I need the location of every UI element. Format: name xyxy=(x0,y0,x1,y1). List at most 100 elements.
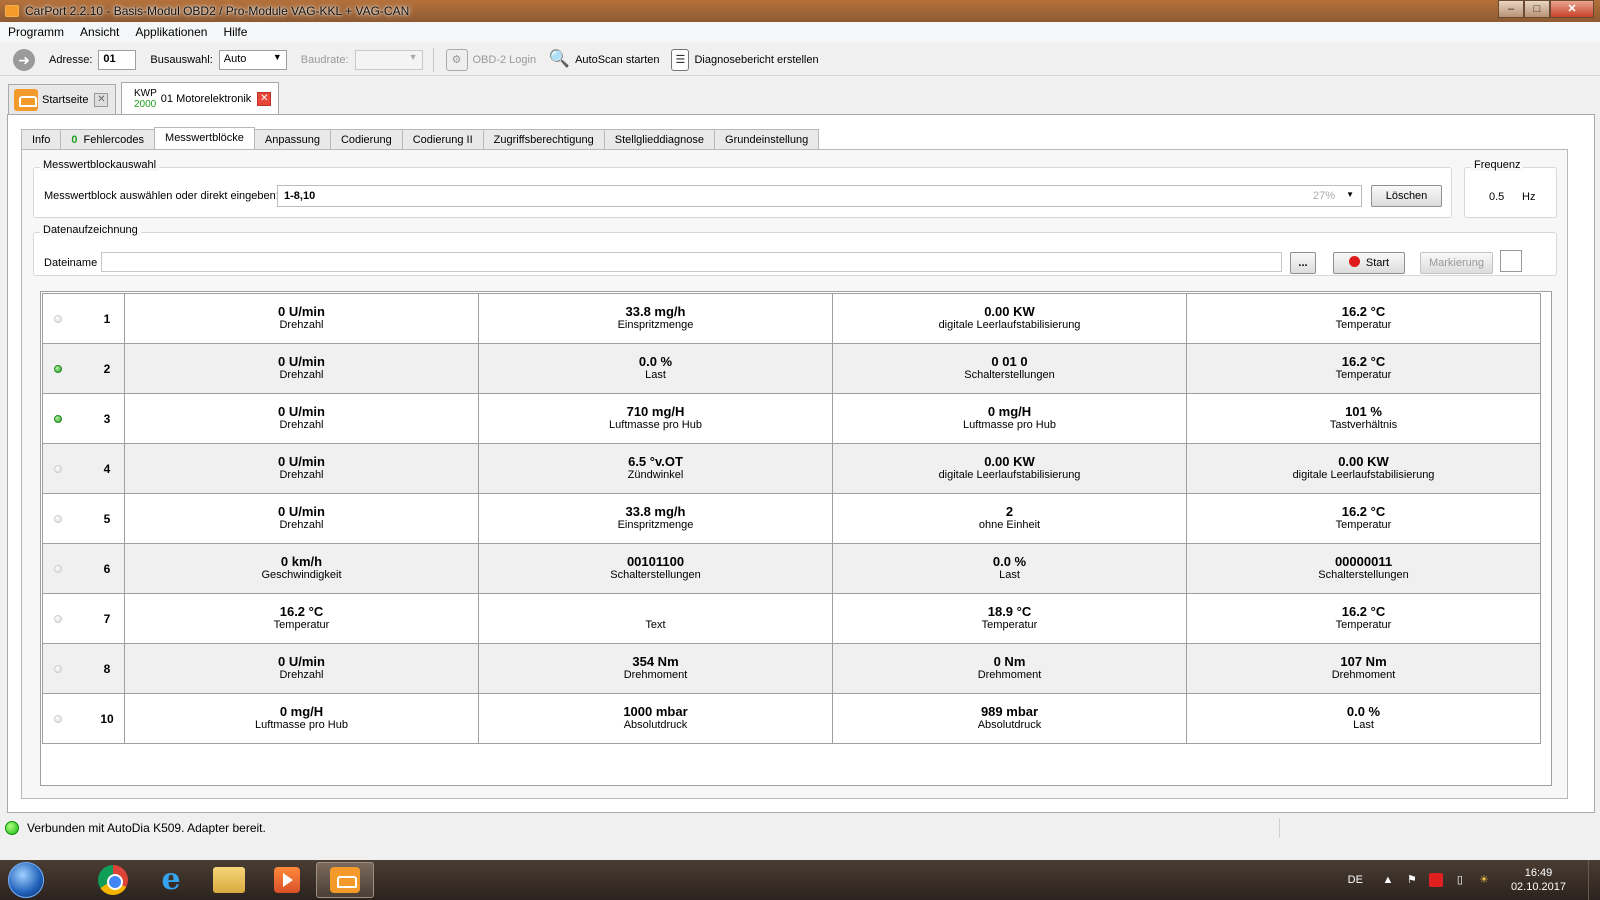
tray-expand-icon[interactable]: ▲ xyxy=(1381,873,1395,887)
address-input[interactable]: 01 xyxy=(98,49,137,70)
block-row: 20 U/min Drehzahl 0.0 % Last 0 01 0 Schalters… xyxy=(42,343,1541,394)
tab-messwertbloecke[interactable]: Messwertblöcke xyxy=(154,127,255,151)
measurement-description: digitale Leerlaufstabilisierung xyxy=(1292,469,1435,481)
protocol-name: KWP xyxy=(134,88,157,99)
recording-group: Datenaufzeichnung Dateiname ... Start Ma… xyxy=(33,224,1557,276)
autoscan-button[interactable]: 🔍 AutoScan starten xyxy=(548,49,660,71)
menu-programm[interactable]: Programm xyxy=(8,25,64,39)
taskbar-explorer[interactable] xyxy=(200,862,258,898)
tab-stellglieddiagnose[interactable]: Stellglieddiagnose xyxy=(603,129,716,150)
maximize-button[interactable]: □ xyxy=(1524,0,1550,18)
bus-select[interactable]: Auto ▼ xyxy=(218,49,287,70)
block-number: 3 xyxy=(103,412,111,426)
block-selection-title: Messwertblockauswahl xyxy=(40,159,160,171)
connect-arrow-icon[interactable]: ➜ xyxy=(13,48,35,71)
show-desktop-button[interactable] xyxy=(1588,860,1600,900)
measurement-description: Drehzahl xyxy=(279,369,324,381)
measurement-cell: 16.2 °C Temperatur xyxy=(1186,493,1541,544)
measurement-cell: 0.00 KW digitale Leerlaufstabilisierung xyxy=(832,293,1187,344)
tab-fehlercodes-label: Fehlercodes xyxy=(83,134,145,146)
menu-ansicht[interactable]: Ansicht xyxy=(80,25,119,39)
measurement-cell: 0 Nm Drehmoment xyxy=(832,643,1187,694)
action-center-flag-icon[interactable]: ⚑ xyxy=(1405,873,1419,887)
measurement-cell: 16.2 °C Temperatur xyxy=(1186,343,1541,394)
bus-select-value: Auto xyxy=(223,52,247,65)
tab-startseite[interactable]: Startseite ✕ xyxy=(8,84,116,114)
measurement-cell: 18.9 °C Temperatur xyxy=(832,593,1187,644)
measurement-value: 0 mg/H xyxy=(279,704,324,719)
measurement-value: 107 Nm xyxy=(1340,654,1387,669)
measurement-value: 0 km/h xyxy=(280,554,323,569)
measurement-value: 00101100 xyxy=(626,554,685,569)
app-icon xyxy=(5,5,19,17)
clear-button[interactable]: Löschen xyxy=(1371,185,1442,207)
block-selection-value: 1-8,10 xyxy=(284,190,316,202)
measurement-value: 0.00 KW xyxy=(984,454,1035,469)
menu-applikationen[interactable]: Applikationen xyxy=(135,25,207,39)
measurement-cell: 710 mg/H Luftmasse pro Hub xyxy=(478,393,833,444)
obd-login-button[interactable]: ⚙ OBD-2 Login xyxy=(445,48,536,71)
frequency-title: Frequenz xyxy=(1471,159,1524,171)
taskbar-internet-explorer[interactable]: e xyxy=(142,862,200,898)
measurement-cell: 0 U/min Drehzahl xyxy=(124,293,479,344)
measurement-value: 0.0 % xyxy=(1346,704,1381,719)
antivirus-icon[interactable] xyxy=(1428,873,1443,887)
measurement-cell: 0 U/min Drehzahl xyxy=(124,443,479,494)
measurement-blocks-page: Messwertblockauswahl Messwertblock auswä… xyxy=(21,149,1568,799)
start-recording-button[interactable]: Start xyxy=(1333,252,1405,274)
start-button[interactable] xyxy=(8,862,44,898)
measurement-value: 0 U/min xyxy=(278,404,325,419)
tab-fehlercodes[interactable]: 0 Fehlercodes xyxy=(60,129,156,150)
tab-motorelektronik[interactable]: KWP 2000 01 Motorelektronik ✕ xyxy=(121,82,279,115)
measurement-description: Drehzahl xyxy=(279,419,324,431)
clock-date: 02.10.2017 xyxy=(1510,881,1566,893)
recording-title: Datenaufzeichnung xyxy=(40,224,141,236)
close-tab-icon[interactable]: ✕ xyxy=(94,92,109,107)
measurement-description: Schalterstellungen xyxy=(610,569,701,581)
block-selection-combo[interactable]: 1-8,10 27% ▼ xyxy=(277,185,1362,207)
measurement-cell: 0 01 0 Schalterstellungen xyxy=(832,343,1187,394)
clock[interactable]: 16:49 02.10.2017 xyxy=(1511,866,1566,894)
measurement-description: Tastverhältnis xyxy=(1329,419,1398,431)
measurement-description: Drehzahl xyxy=(279,469,324,481)
measurement-value: 16.2 °C xyxy=(1341,304,1386,319)
report-button[interactable]: ☰ Diagnosebericht erstellen xyxy=(671,48,819,71)
measurement-description: Drehmoment xyxy=(1331,669,1396,681)
language-indicator[interactable]: DE xyxy=(1348,874,1363,886)
menu-bar: Programm Ansicht Applikationen Hilfe xyxy=(0,22,1600,42)
menu-hilfe[interactable]: Hilfe xyxy=(223,25,247,39)
tab-codierung-ii[interactable]: Codierung II xyxy=(401,129,484,150)
mark-button[interactable]: Markierung xyxy=(1420,252,1493,274)
close-tab-icon[interactable]: ✕ xyxy=(257,92,272,106)
taskbar-chrome[interactable] xyxy=(84,862,142,898)
measurement-value: 0 U/min xyxy=(278,504,325,519)
measurement-description: Drehmoment xyxy=(977,669,1042,681)
browse-button[interactable]: ... xyxy=(1290,252,1316,274)
measurement-value: 00000011 xyxy=(1334,554,1393,569)
tab-zugriffsberechtigung[interactable]: Zugriffsberechtigung xyxy=(482,129,605,150)
sun-icon[interactable]: ☀ xyxy=(1477,873,1491,887)
clock-time: 16:49 xyxy=(1524,867,1553,879)
block-number-cell: 2 xyxy=(42,343,125,394)
minimize-button[interactable]: – xyxy=(1498,0,1524,18)
close-button[interactable]: ✕ xyxy=(1550,0,1594,18)
block-selection-prompt: Messwertblock auswählen oder direkt eing… xyxy=(44,190,279,202)
taskbar-media-player[interactable] xyxy=(258,862,316,898)
measurement-description: digitale Leerlaufstabilisierung xyxy=(938,469,1081,481)
tab-codierung[interactable]: Codierung xyxy=(329,129,403,150)
tab-anpassung[interactable]: Anpassung xyxy=(253,129,331,150)
measurement-cell: 1000 mbar Absolutdruck xyxy=(478,693,833,744)
baud-select[interactable]: ▼ xyxy=(354,49,423,70)
block-number-cell: 8 xyxy=(42,643,125,694)
taskbar-carport[interactable] xyxy=(316,862,374,898)
filename-input[interactable] xyxy=(101,252,1282,272)
battery-icon[interactable]: ▯ xyxy=(1453,873,1467,887)
toolbar-separator xyxy=(432,47,434,72)
tab-info[interactable]: Info xyxy=(21,129,62,150)
block-number-cell: 6 xyxy=(42,543,125,594)
tab-grundeinstellung[interactable]: Grundeinstellung xyxy=(714,129,820,150)
block-status-led-icon xyxy=(54,615,62,623)
measurement-value: 0 U/min xyxy=(278,304,325,319)
frequency-group: Frequenz 0.5 Hz xyxy=(1464,159,1557,218)
toolbar: ➜ Adresse: 01 Busauswahl: Auto ▼ Baudrat… xyxy=(0,44,1600,76)
